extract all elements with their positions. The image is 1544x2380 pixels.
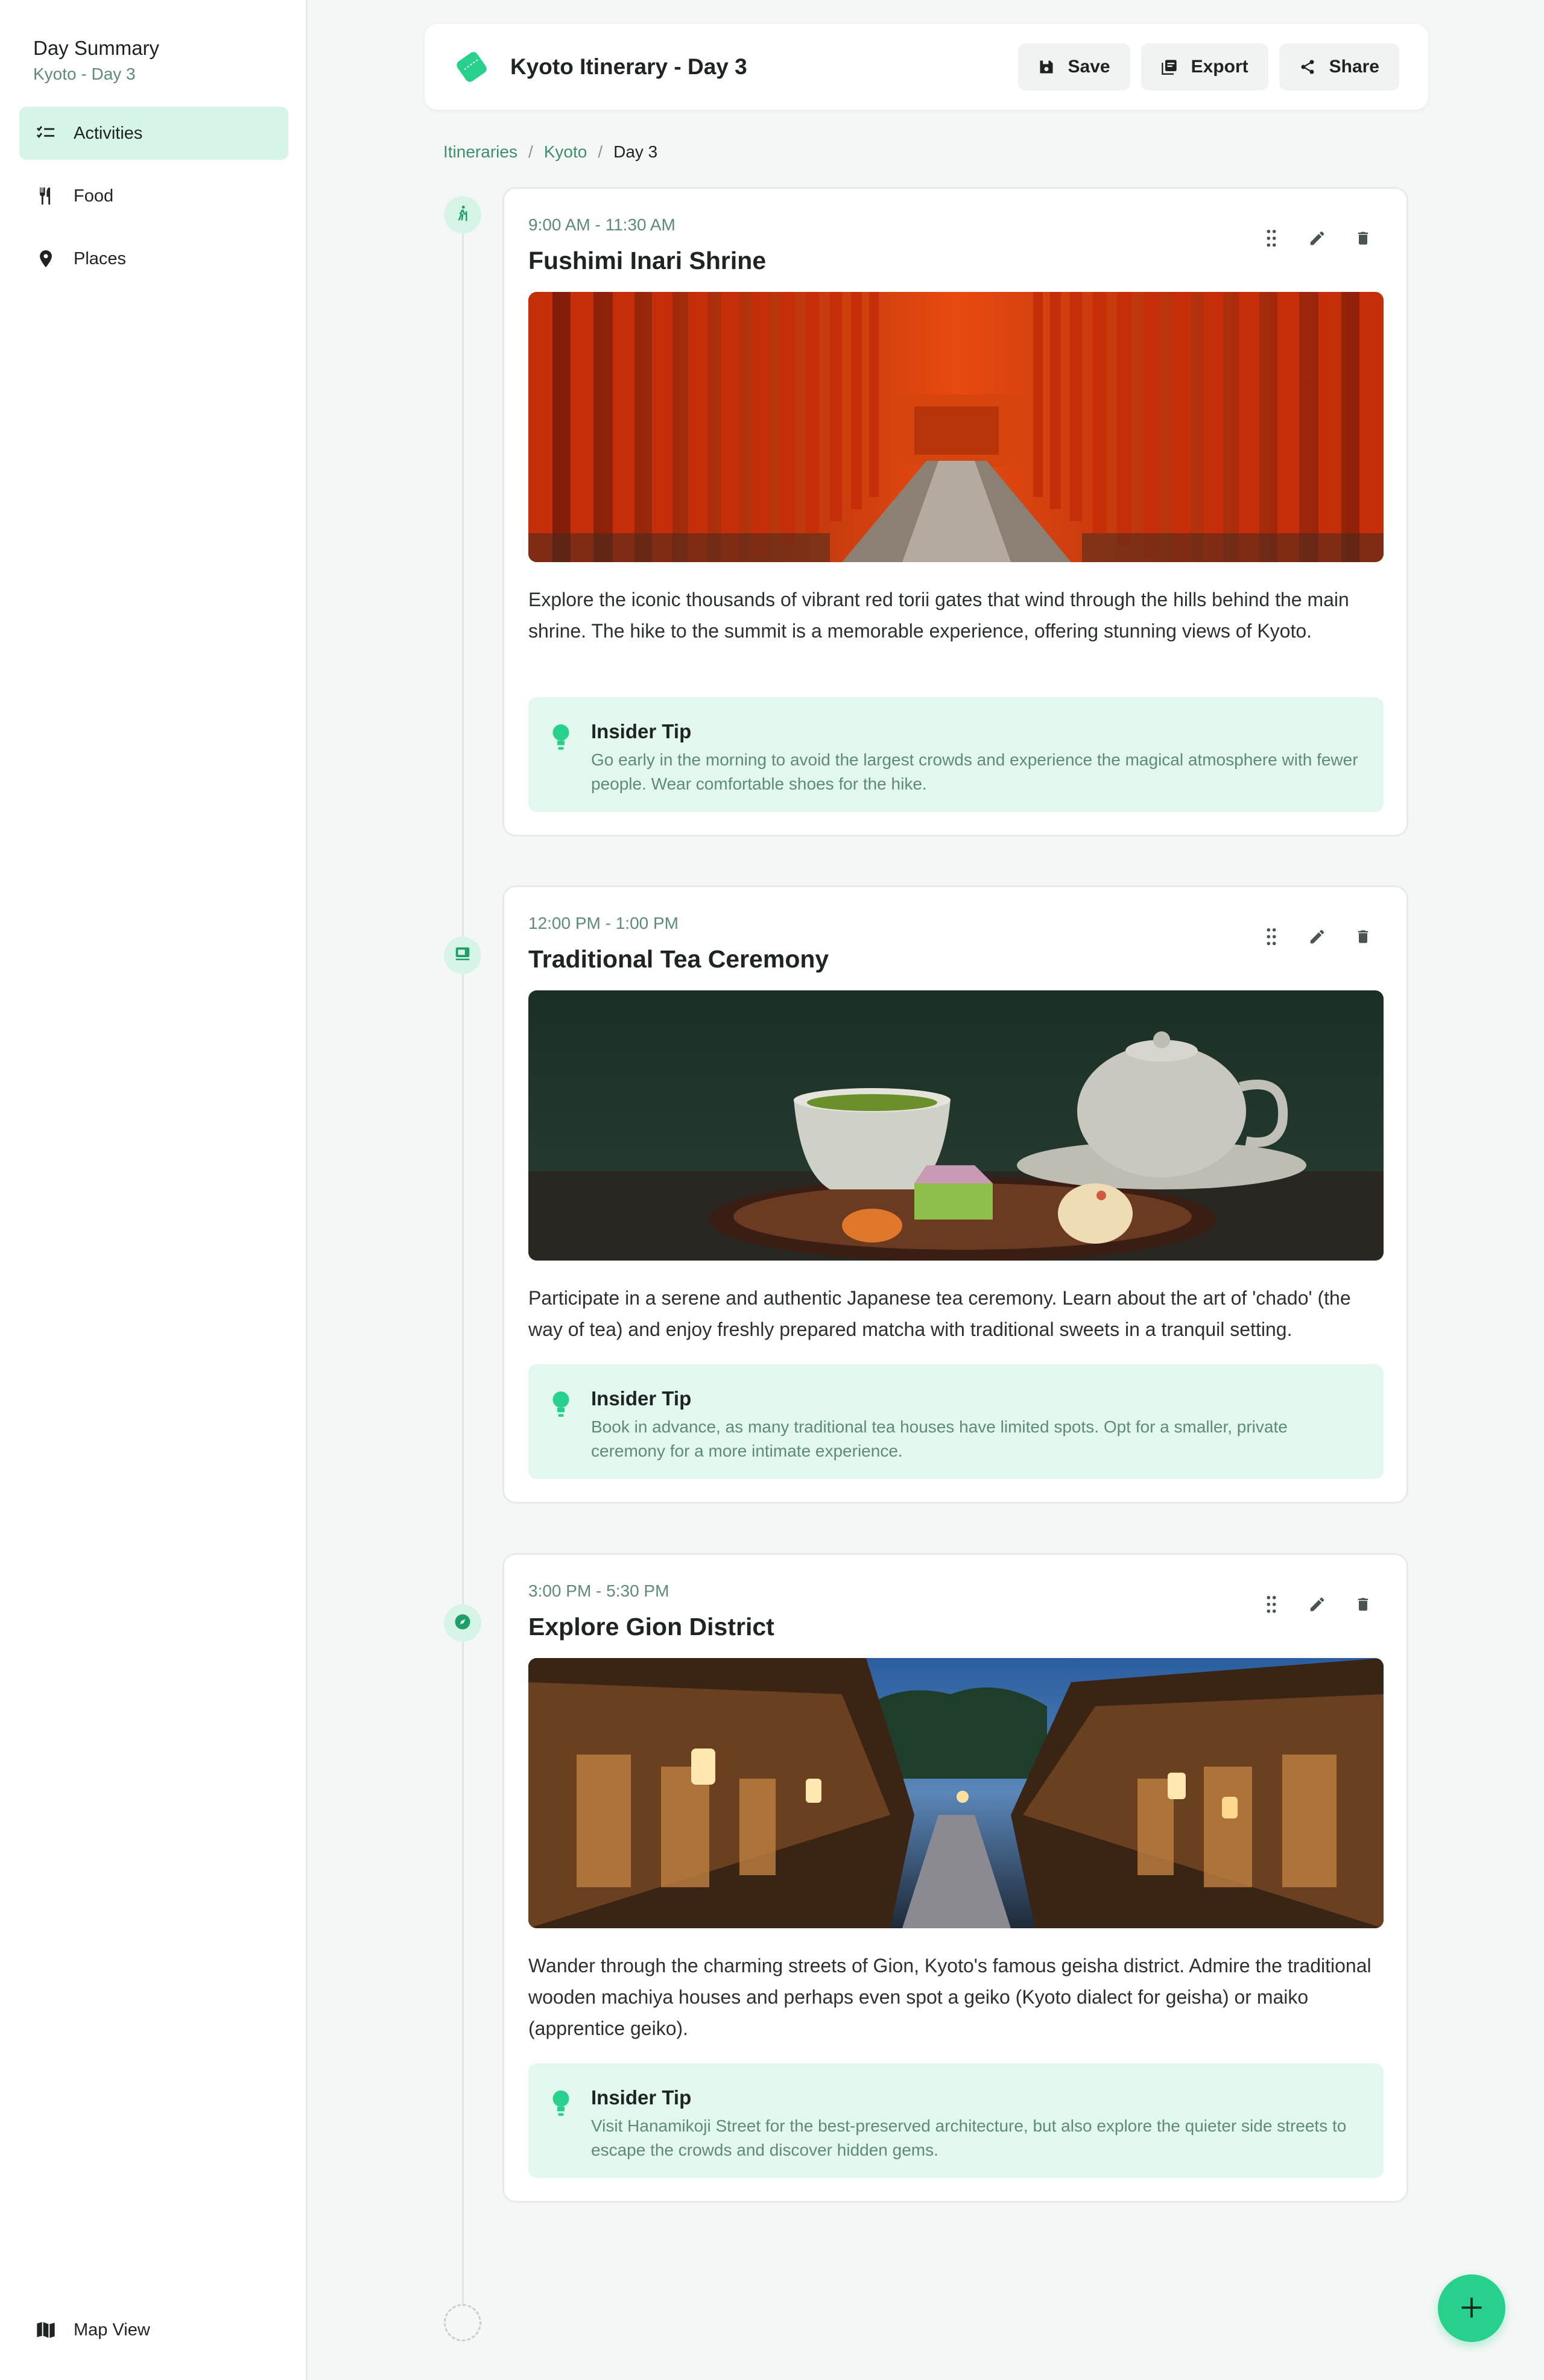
activity-time: 12:00 PM - 1:00 PM xyxy=(528,914,679,932)
sidebar-header: Day Summary Kyoto - Day 3 xyxy=(33,35,159,86)
plus-icon xyxy=(1458,2294,1485,2323)
activity-time: 3:00 PM - 5:30 PM xyxy=(528,1581,669,1600)
timeline-end-marker xyxy=(444,2304,481,2341)
sidebar-subtitle: Kyoto - Day 3 xyxy=(33,65,136,83)
hiking-icon xyxy=(454,204,472,226)
activity-description: Wander through the charming streets of G… xyxy=(528,1955,1372,2039)
activity-card: 12:00 PM - 1:00 PM Traditional Tea Cerem… xyxy=(502,885,1408,1504)
trash-icon[interactable] xyxy=(1351,1592,1375,1616)
fork-knife-icon xyxy=(35,185,57,207)
ticket-logo-icon xyxy=(454,49,490,85)
add-activity-button[interactable] xyxy=(1438,2274,1505,2342)
export-label: Export xyxy=(1191,57,1248,77)
share-button[interactable]: Share xyxy=(1279,43,1399,90)
breadcrumb-current: Day 3 xyxy=(613,142,658,161)
card-actions xyxy=(1238,925,1375,949)
map-icon xyxy=(35,2319,57,2341)
breadcrumb-separator: / xyxy=(528,142,533,161)
export-icon xyxy=(1161,58,1179,76)
insider-tip: Insider Tip Go early in the morning to a… xyxy=(528,697,1384,812)
tea-ceremony-image xyxy=(528,990,1384,1261)
export-button[interactable]: Export xyxy=(1141,43,1268,90)
drag-handle-icon[interactable] xyxy=(1259,226,1283,250)
breadcrumb-separator: / xyxy=(598,142,603,161)
tip-title: Insider Tip xyxy=(591,2086,692,2109)
timeline-marker-tea xyxy=(444,937,481,974)
insider-tip: Insider Tip Visit Hanamikoji Street for … xyxy=(528,2063,1384,2178)
compass-icon xyxy=(454,1613,472,1634)
activity-description: Explore the iconic thousands of vibrant … xyxy=(528,589,1349,642)
checklist-icon xyxy=(35,122,57,144)
sidebar-item-label: Places xyxy=(74,248,127,268)
save-button[interactable]: Save xyxy=(1017,43,1130,90)
lightbulb-icon xyxy=(550,1390,572,1419)
card-actions xyxy=(1238,226,1375,250)
drag-handle-icon[interactable] xyxy=(1259,1592,1283,1616)
save-label: Save xyxy=(1068,57,1110,77)
activity-card: 3:00 PM - 5:30 PM Explore Gion District xyxy=(502,1553,1408,2203)
gion-street-image xyxy=(528,1658,1384,1928)
card-actions xyxy=(1238,1592,1375,1616)
activity-time: 9:00 AM - 11:30 AM xyxy=(528,215,676,234)
app-root: Day Summary Kyoto - Day 3 Activities Foo… xyxy=(0,0,1544,2380)
sidebar-item-activities[interactable]: Activities xyxy=(19,107,288,160)
activity-title: Explore Gion District xyxy=(528,1613,774,1641)
sidebar-title: Day Summary xyxy=(33,37,160,59)
edit-pencil-icon[interactable] xyxy=(1305,226,1329,250)
edit-pencil-icon[interactable] xyxy=(1305,1592,1329,1616)
sidebar-item-food[interactable]: Food xyxy=(19,169,288,223)
trash-icon[interactable] xyxy=(1351,226,1375,250)
drag-handle-icon[interactable] xyxy=(1259,925,1283,949)
floppy-disk-icon xyxy=(1038,58,1056,76)
lightbulb-icon xyxy=(550,2089,572,2118)
activity-card: 9:00 AM - 11:30 AM Fushimi Inari Shrine xyxy=(502,187,1408,837)
tip-title: Insider Tip xyxy=(591,1387,692,1410)
sidebar-item-label: Food xyxy=(74,186,114,206)
coffee-cup-icon xyxy=(454,945,472,966)
activity-title: Fushimi Inari Shrine xyxy=(528,247,767,274)
tip-text: Go early in the morning to avoid the lar… xyxy=(591,750,1358,793)
map-view-label: Map View xyxy=(74,2320,150,2340)
tip-title: Insider Tip xyxy=(591,720,692,742)
share-icon xyxy=(1299,58,1317,76)
insider-tip: Insider Tip Book in advance, as many tra… xyxy=(528,1364,1384,1479)
breadcrumb: Itineraries / Kyoto / Day 3 xyxy=(443,142,657,162)
timeline-line xyxy=(462,217,464,2310)
sidebar-item-places[interactable]: Places xyxy=(19,232,288,285)
tip-text: Book in advance, as many traditional tea… xyxy=(591,1417,1288,1460)
breadcrumb-kyoto[interactable]: Kyoto xyxy=(544,142,587,162)
breadcrumb-itineraries[interactable]: Itineraries xyxy=(443,142,517,162)
map-view-link[interactable]: Map View xyxy=(35,2319,150,2341)
timeline-marker-hiking xyxy=(444,196,481,233)
torii-gates-image xyxy=(528,292,1384,562)
activity-description: Participate in a serene and authentic Ja… xyxy=(528,1287,1351,1340)
timeline-marker-explore xyxy=(444,1604,481,1642)
activity-title: Traditional Tea Ceremony xyxy=(528,945,829,973)
trash-icon[interactable] xyxy=(1351,925,1375,949)
sidebar-item-label: Activities xyxy=(74,123,143,143)
page-header: Kyoto Itinerary - Day 3 Save Export Shar… xyxy=(425,24,1428,110)
page-title: Kyoto Itinerary - Day 3 xyxy=(510,54,747,79)
tip-text: Visit Hanamikoji Street for the best-pre… xyxy=(591,2116,1347,2159)
sidebar-nav: Activities Food Places xyxy=(19,107,288,295)
share-label: Share xyxy=(1329,57,1379,77)
map-pin-icon xyxy=(35,248,57,270)
sidebar: Day Summary Kyoto - Day 3 Activities Foo… xyxy=(0,0,308,2380)
lightbulb-icon xyxy=(550,723,572,752)
edit-pencil-icon[interactable] xyxy=(1305,925,1329,949)
